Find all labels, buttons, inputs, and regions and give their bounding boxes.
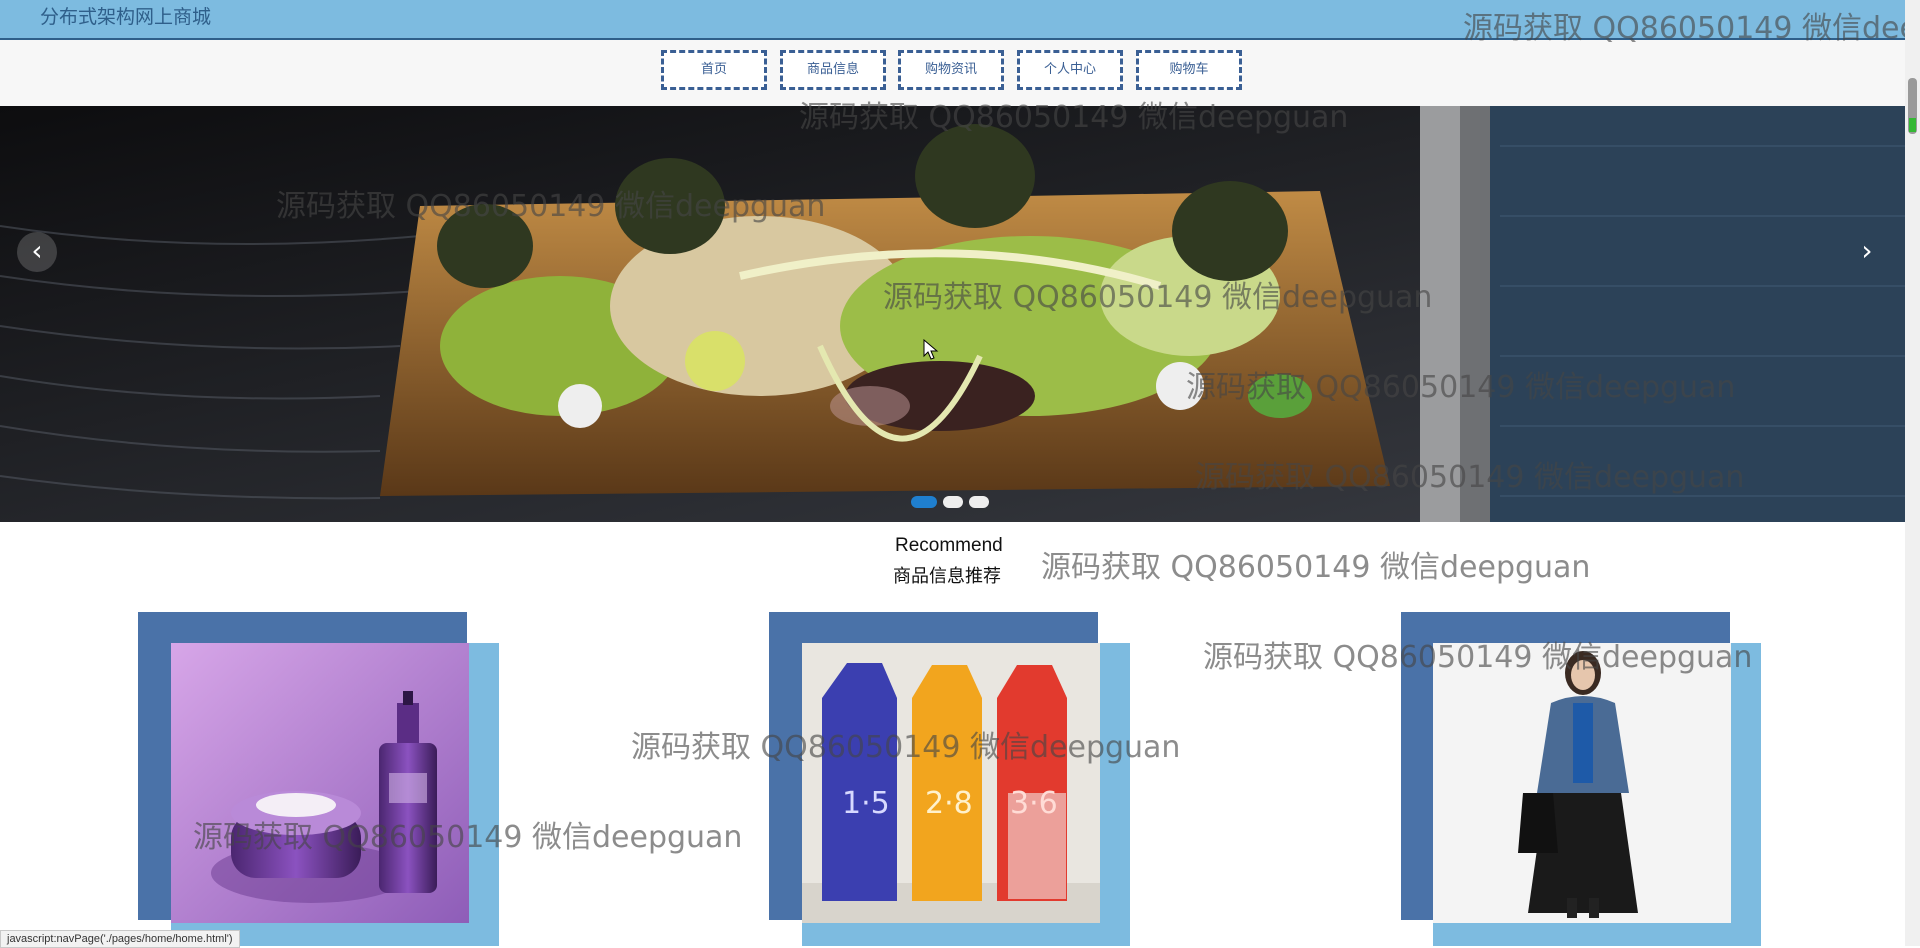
carousel-dot-1[interactable]	[911, 496, 937, 508]
section-title-en: Recommend	[895, 535, 1003, 556]
page-scrollbar[interactable]	[1905, 0, 1920, 946]
carousel-indicators	[911, 493, 995, 512]
main-nav: 首页 商品信息 购物资讯 个人中心 购物车	[0, 40, 1905, 106]
carousel-dot-2[interactable]	[943, 496, 963, 508]
browser-status-bar: javascript:navPage('./pages/home/home.ht…	[0, 930, 240, 948]
svg-text:1·5: 1·5	[842, 786, 890, 821]
mouse-cursor-icon	[923, 339, 939, 360]
chevron-right-icon: ›	[1861, 234, 1873, 267]
nav-item-products[interactable]: 商品信息	[780, 50, 886, 90]
svg-text:3·6: 3·6	[1010, 786, 1058, 821]
product-card-2[interactable]: 1·5 2·8 3·6	[802, 643, 1100, 923]
carousel-next-button[interactable]: ›	[1847, 232, 1887, 272]
chevron-left-icon: ‹	[31, 234, 43, 267]
nav-item-home[interactable]: 首页	[661, 50, 767, 90]
nav-item-news[interactable]: 购物资讯	[898, 50, 1004, 90]
cosmetics-photo	[171, 643, 469, 923]
scrollbar-marker	[1909, 118, 1916, 132]
banner-carousel[interactable]: ‹ ›	[0, 106, 1905, 522]
nav-item-cart[interactable]: 购物车	[1136, 50, 1242, 90]
svg-text:2·8: 2·8	[925, 786, 973, 821]
top-header: 分布式架构网上商城	[0, 0, 1920, 40]
fashion-model-photo	[1433, 643, 1731, 923]
watermark: 源码获取 QQ86050149 微信deepguan	[1041, 550, 1591, 585]
carousel-prev-button[interactable]: ‹	[17, 232, 57, 272]
site-title: 分布式架构网上商城	[40, 6, 212, 28]
carousel-dot-3[interactable]	[969, 496, 989, 508]
section-title-cn: 商品信息推荐	[893, 566, 1001, 587]
carousel-slide-image	[0, 106, 1905, 522]
product-card-3[interactable]	[1433, 643, 1731, 923]
product-card-1[interactable]	[171, 643, 469, 923]
nav-item-profile[interactable]: 个人中心	[1017, 50, 1123, 90]
milk-cartons-photo: 1·5 2·8 3·6	[802, 643, 1100, 923]
